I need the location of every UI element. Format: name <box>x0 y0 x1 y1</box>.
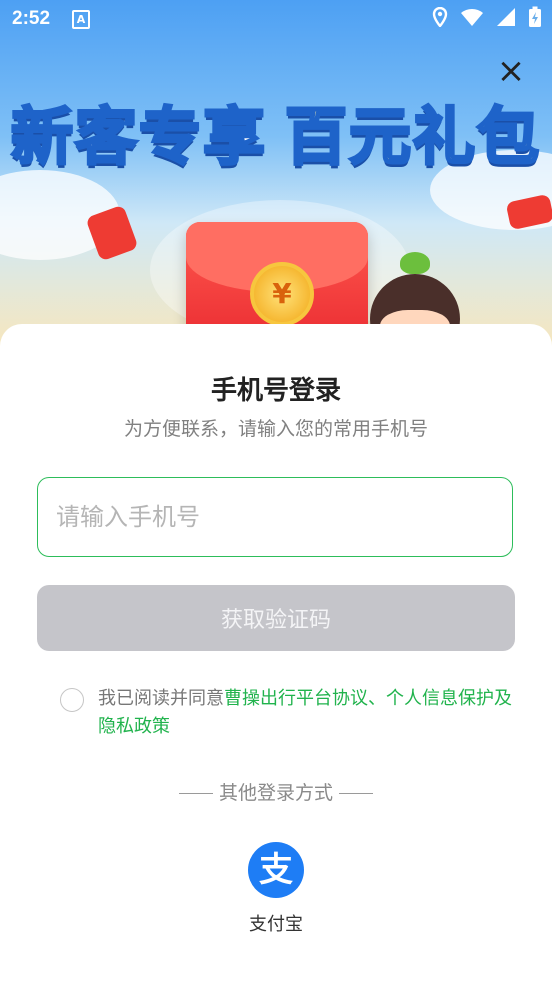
coin-icon: ¥ <box>250 262 314 326</box>
divider-line <box>178 793 213 794</box>
other-login-divider: 其他登录方式 <box>0 778 552 805</box>
leaf-decoration <box>400 252 430 274</box>
wifi-icon <box>461 8 483 26</box>
location-icon <box>432 7 448 27</box>
page-subtitle: 为方便联系，请输入您的常用手机号 <box>123 418 428 440</box>
page-title: 手机号登录 <box>210 376 341 406</box>
promo-title: 新客专享 百元礼包 <box>0 86 552 176</box>
promo-title-part2: 百元礼包 <box>283 99 542 175</box>
other-login-label: 其他登录方式 <box>218 782 333 804</box>
platform-agreement-link[interactable]: 曹操出行平台协议 <box>224 688 368 709</box>
status-time: 2:52 <box>12 8 51 29</box>
divider-line <box>339 793 373 794</box>
promo-title-part1: 新客专享 <box>9 99 267 175</box>
agreement-separator: 、 <box>368 688 386 709</box>
signal-icon <box>497 8 515 26</box>
login-sheet: 手机号登录 为方便联系，请输入您的常用手机号 获取验证码 我已阅读并同意曹操出行… <box>0 324 552 983</box>
alipay-label[interactable]: 支付宝 <box>226 910 326 936</box>
agreement-prefix: 我已阅读并同意 <box>98 688 224 709</box>
agreement-text: 我已阅读并同意曹操出行平台协议、个人信息保护及隐私政策 <box>98 685 518 741</box>
battery-icon <box>529 6 541 27</box>
close-button[interactable]: × <box>496 54 526 88</box>
phone-input[interactable] <box>37 477 513 557</box>
promo-banner: 2:52 A × 新客专享 百元礼包 ¥ <box>0 0 552 360</box>
agreement-checkbox[interactable] <box>60 688 84 712</box>
status-icons <box>432 6 542 28</box>
status-bar: 2:52 A <box>0 0 552 38</box>
get-code-button[interactable]: 获取验证码 <box>37 585 515 651</box>
alipay-icon[interactable]: 支 <box>248 842 304 898</box>
notification-icon: A <box>72 10 90 29</box>
